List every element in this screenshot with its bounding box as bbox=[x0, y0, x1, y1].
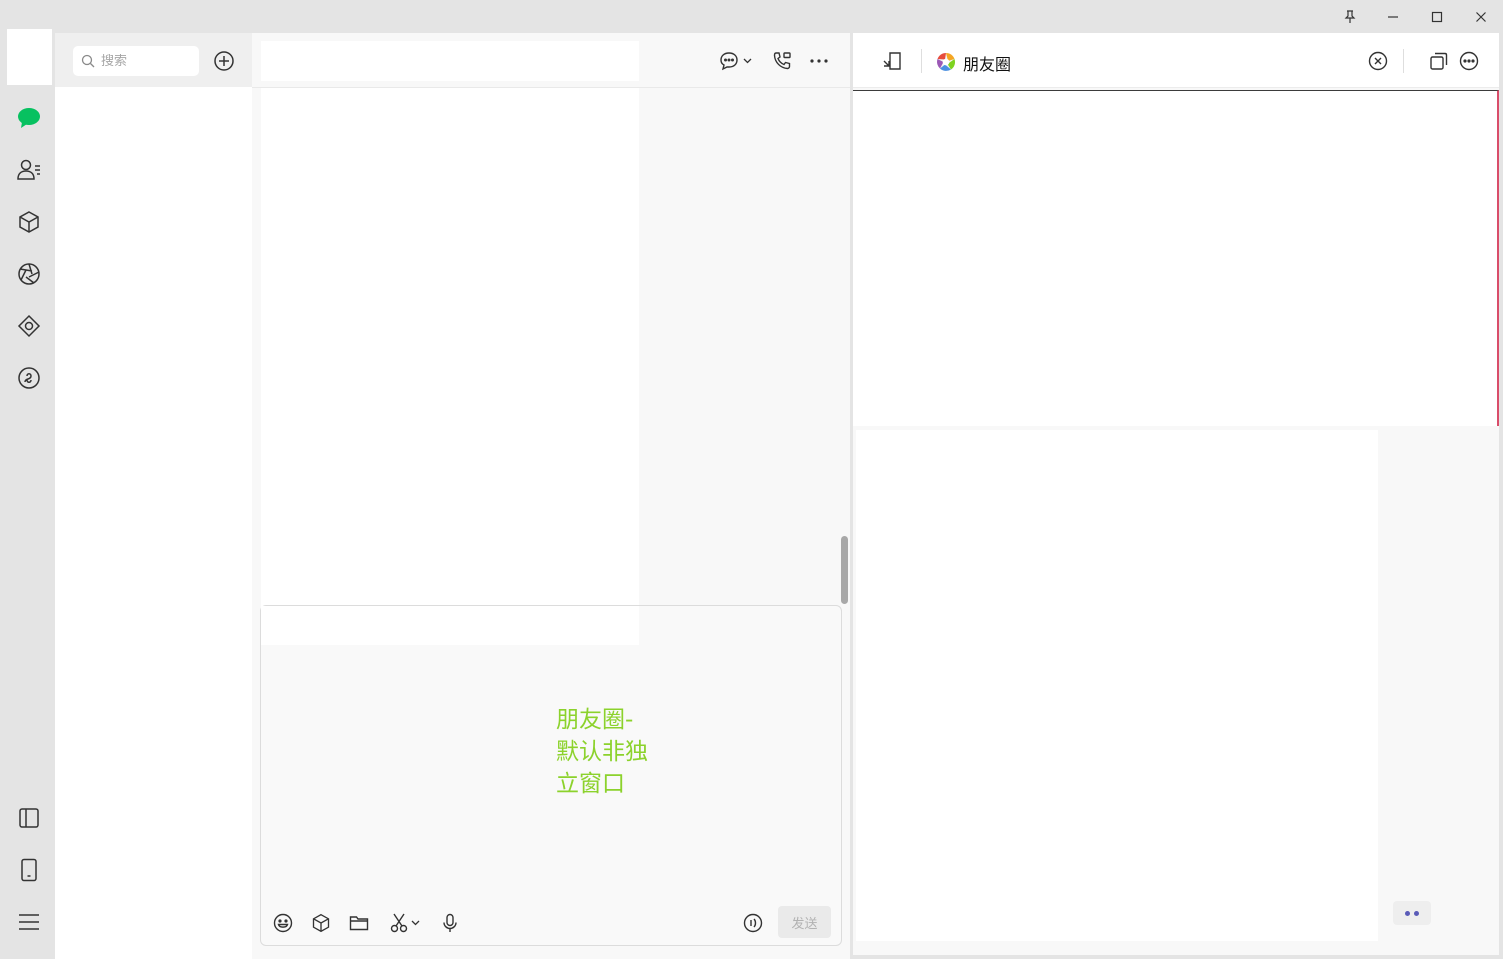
maximize-icon[interactable] bbox=[1422, 4, 1452, 30]
search-box[interactable] bbox=[73, 46, 199, 76]
moments-cover-image[interactable] bbox=[853, 90, 1499, 426]
avatar[interactable] bbox=[7, 29, 52, 85]
pin-icon[interactable] bbox=[1335, 4, 1365, 30]
channels-icon[interactable] bbox=[10, 359, 48, 397]
toggle-panel-icon[interactable] bbox=[10, 799, 48, 837]
header-divider bbox=[1403, 49, 1404, 73]
favorites-icon[interactable] bbox=[309, 911, 333, 935]
comment-button[interactable] bbox=[714, 49, 756, 73]
chat-icon[interactable] bbox=[10, 99, 48, 137]
minimize-icon[interactable] bbox=[1378, 4, 1408, 30]
chevron-down-icon bbox=[743, 58, 752, 64]
multi-window-icon[interactable] bbox=[1426, 48, 1452, 74]
moments-title: 朋友圈 bbox=[963, 55, 1012, 74]
chevron-down-icon bbox=[411, 920, 420, 926]
add-button[interactable] bbox=[210, 47, 238, 75]
plus-circle-icon bbox=[213, 50, 235, 72]
loading-indicator bbox=[1393, 901, 1431, 925]
header-divider bbox=[921, 49, 922, 73]
voice-call-icon[interactable] bbox=[768, 47, 796, 75]
compose-overlap bbox=[261, 606, 639, 645]
pop-out-icon[interactable] bbox=[879, 48, 905, 74]
message-area bbox=[261, 88, 639, 644]
moments-mode-label: 朋友圈- 默认非独 立窗口 bbox=[556, 707, 648, 797]
more-icon[interactable] bbox=[805, 47, 833, 75]
close-icon[interactable] bbox=[1466, 4, 1496, 30]
more-circle-icon[interactable] bbox=[1456, 48, 1482, 74]
search-icon bbox=[81, 54, 95, 68]
mini-programs-icon[interactable] bbox=[10, 307, 48, 345]
scissors-icon bbox=[390, 913, 408, 933]
moments-panel: 朋友圈 bbox=[853, 33, 1499, 955]
chat-scrollbar[interactable] bbox=[841, 536, 848, 604]
folder-icon[interactable] bbox=[347, 911, 371, 935]
moments-logo-icon bbox=[935, 51, 957, 73]
close-circle-icon[interactable] bbox=[1365, 48, 1391, 74]
search-input[interactable] bbox=[101, 53, 193, 69]
favorites-icon[interactable] bbox=[10, 203, 48, 241]
chat-list-panel bbox=[55, 33, 252, 959]
comment-icon bbox=[719, 51, 739, 71]
moments-header: 朋友圈 bbox=[853, 33, 1499, 88]
loading-dot bbox=[1414, 910, 1419, 916]
microphone-icon[interactable] bbox=[438, 911, 462, 935]
chat-title bbox=[261, 41, 639, 81]
send-button[interactable]: 发送 bbox=[778, 906, 831, 938]
chat-list-header bbox=[55, 33, 252, 87]
title-bar bbox=[0, 0, 1503, 33]
moments-icon[interactable] bbox=[10, 255, 48, 293]
phone-icon[interactable] bbox=[10, 851, 48, 889]
screenshot-button[interactable] bbox=[385, 911, 425, 935]
emoji-icon[interactable] bbox=[271, 911, 295, 935]
moments-feed bbox=[856, 430, 1378, 941]
chat-panel: 朋友圈- 默认非独 立窗口 发送 bbox=[252, 33, 850, 959]
voice-input-icon[interactable] bbox=[741, 911, 765, 935]
contacts-icon[interactable] bbox=[10, 151, 48, 189]
compose-box[interactable]: 朋友圈- 默认非独 立窗口 发送 bbox=[260, 605, 842, 946]
menu-icon[interactable] bbox=[10, 903, 48, 941]
loading-dot bbox=[1405, 910, 1410, 916]
chat-header bbox=[252, 33, 850, 88]
